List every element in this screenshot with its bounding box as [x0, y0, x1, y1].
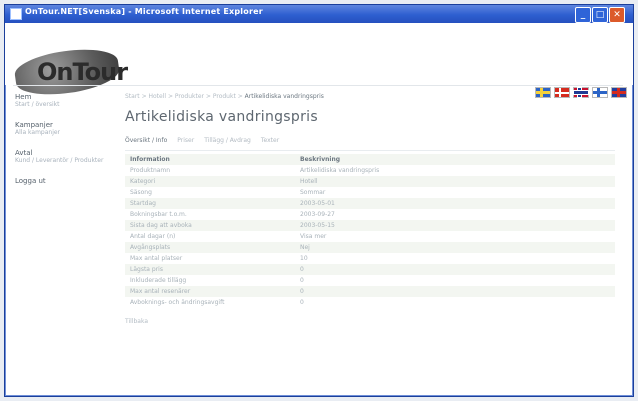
table-row: Avboknings- och ändringsavgift 0 — [125, 297, 615, 308]
row-key: Kategori — [125, 176, 295, 187]
row-key: Säsong — [130, 189, 152, 196]
sidebar-group-hem[interactable]: Hem Start / översikt — [15, 93, 107, 109]
row-value: 10 — [300, 255, 308, 262]
row-value: 0 — [295, 264, 615, 275]
tab-addons[interactable]: Tillägg / Avdrag — [204, 137, 251, 149]
row-key: Avboknings- och ändringsavgift — [130, 299, 225, 306]
table-row: Sista dag att avboka 2003-05-15 — [125, 220, 615, 231]
tab-overview[interactable]: Översikt / Info — [125, 137, 167, 149]
table-row: Bokningsbar t.o.m. 2003-09-27 — [125, 209, 615, 220]
breadcrumb-current: Artikelidiska vandringspris — [244, 93, 324, 100]
row-value: Hotell — [295, 176, 615, 187]
row-value: 2003-05-01 — [295, 198, 615, 209]
table-row: Max antal resenärer 0 — [125, 286, 615, 297]
row-key: Max antal resenärer — [125, 286, 295, 297]
row-value: 0 — [295, 286, 615, 297]
tab-bar: Översikt / Info Priser Tillägg / Avdrag … — [125, 137, 621, 149]
sidebar-item-sublabel: Start / översikt — [15, 101, 60, 108]
back-link[interactable]: Tillbaka — [125, 318, 621, 325]
row-key: Bokningsbar t.o.m. — [130, 211, 187, 218]
row-key: Avgångsplats — [125, 242, 295, 253]
sidebar-item-label: Logga ut — [15, 177, 46, 185]
row-key: Lägsta pris — [125, 264, 295, 275]
tab-texts[interactable]: Texter — [261, 137, 279, 149]
sidebar: Hem Start / översikt Kampanjer Alla kamp… — [15, 93, 107, 197]
row-key: Antal dagar (n) — [130, 233, 176, 240]
sidebar-group-kampanjer[interactable]: Kampanjer Alla kampanjer — [15, 121, 107, 137]
column-header-description: Beskrivning — [295, 154, 615, 165]
row-value: Nej — [295, 242, 615, 253]
row-value: Artikelidiska vandringspris — [300, 167, 380, 174]
table-row: Max antal platser 10 — [125, 253, 615, 264]
tab-underline — [125, 150, 615, 151]
breadcrumb: Start > Hotell > Produkter > Produkt > A… — [125, 93, 621, 103]
row-value: Sommar — [300, 189, 326, 196]
row-key: Startdag — [125, 198, 295, 209]
table-row: Antal dagar (n) Visa mer — [125, 231, 615, 242]
tab-prices[interactable]: Priser — [177, 137, 194, 149]
logo-text: OnTour — [37, 58, 128, 86]
site-header: OnTour — [5, 23, 633, 101]
row-key: Inkluderade tillägg — [130, 277, 187, 284]
row-key: Produktnamn — [130, 167, 171, 174]
sidebar-item-label: Hem — [15, 93, 32, 101]
page-title: Artikelidiska vandringspris — [125, 109, 318, 125]
table-row: Inkluderade tillägg 0 — [125, 275, 615, 286]
product-info-table: Information Beskrivning Produktnamn Artik… — [125, 154, 615, 308]
table-row: Kategori Hotell — [125, 176, 615, 187]
minimize-icon[interactable]: _ — [575, 7, 591, 23]
close-icon[interactable]: ✕ — [609, 7, 625, 23]
sidebar-group-logout[interactable]: Logga ut — [15, 177, 107, 185]
row-key: Sista dag att avboka — [125, 220, 295, 231]
sidebar-item-label: Avtal — [15, 149, 33, 157]
sidebar-item-label: Kampanjer — [15, 121, 53, 129]
table-header-row: Information Beskrivning — [125, 154, 615, 165]
sidebar-item-sublabel: Alla kampanjer — [15, 129, 61, 136]
title-bar: OnTour.NET[Svenska] - Microsoft Internet… — [5, 5, 633, 23]
table-row: Avgångsplats Nej — [125, 242, 615, 253]
breadcrumb-path[interactable]: Start > Hotell > Produkter > Produkt > — [125, 93, 243, 100]
row-value: 0 — [300, 277, 304, 284]
row-value: 2003-09-27 — [300, 211, 335, 218]
table-row: Säsong Sommar — [125, 187, 615, 198]
row-value[interactable]: Visa mer — [295, 231, 615, 242]
ie-icon — [10, 8, 22, 20]
window-title: OnTour.NET[Svenska] - Microsoft Internet… — [25, 7, 263, 16]
sidebar-item-sublabel: Kund / Leverantör / Produkter — [15, 157, 104, 164]
row-value: 2003-05-15 — [295, 220, 615, 231]
row-key: Max antal platser — [130, 255, 183, 262]
table-row: Lägsta pris 0 — [125, 264, 615, 275]
header-divider — [13, 85, 623, 86]
row-value: 0 — [300, 299, 304, 306]
column-header-information: Information — [125, 154, 295, 165]
main-content: Start > Hotell > Produkter > Produkt > A… — [125, 93, 621, 325]
table-row: Produktnamn Artikelidiska vandringspris — [125, 165, 615, 176]
ontour-logo[interactable]: OnTour — [12, 43, 128, 101]
maximize-icon[interactable]: □ — [592, 7, 608, 23]
sidebar-group-avtal[interactable]: Avtal Kund / Leverantör / Produkter — [15, 149, 107, 165]
table-row: Startdag 2003-05-01 — [125, 198, 615, 209]
browser-window: OnTour.NET[Svenska] - Microsoft Internet… — [4, 4, 634, 397]
